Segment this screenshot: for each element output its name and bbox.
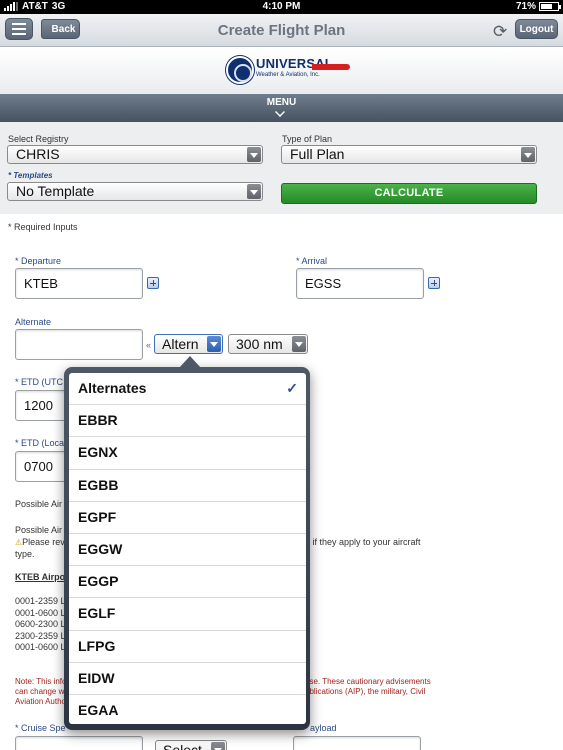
speed-unit-select[interactable]: Select (155, 740, 227, 750)
required-note: * Required Inputs (8, 222, 78, 232)
alternate-option[interactable]: LFPG (69, 631, 306, 663)
possible-airports-text: Possible Air (15, 499, 63, 509)
alternate-option[interactable]: EGBB (69, 470, 306, 502)
alternate-option[interactable]: Alternates ✓ (69, 373, 306, 406)
alternate-option-label: EGPF (78, 508, 117, 525)
registry-label: Select Registry (8, 134, 69, 144)
add-arrival-icon[interactable] (428, 277, 440, 289)
arrival-label: * Arrival (296, 256, 328, 266)
hours-line: 0001-0600 L (15, 607, 66, 618)
payload-label: ayload (310, 723, 337, 733)
alternate-option-label: Alternates (78, 380, 147, 396)
chevron-down-icon (275, 107, 285, 117)
battery-percent: 71% (515, 1, 536, 12)
chevron-down-icon (292, 336, 306, 352)
status-right: 71% (515, 1, 561, 12)
logout-button[interactable]: Logout (515, 19, 558, 39)
speed-unit-value: Select (163, 742, 202, 750)
logo-tagline: Weather & Aviation, Inc. (256, 72, 320, 78)
possible-airports-text-2: Possible Air (15, 525, 63, 535)
alternate-option[interactable]: EBBR (69, 405, 306, 438)
etd-local-label: * ETD (Loca (15, 438, 65, 448)
alternate-option-label: EGNX (78, 444, 118, 461)
plan-type-value: Full Plan (290, 146, 345, 162)
add-departure-icon[interactable] (147, 277, 159, 289)
templates-label: * Templates (8, 171, 53, 180)
etd-utc-label: * ETD (UTC (15, 377, 63, 387)
alternate-option-label: EGBB (78, 476, 119, 493)
status-time: 4:10 PM (262, 1, 301, 12)
battery-fill (541, 4, 552, 9)
alternate-select[interactable]: Altern (154, 334, 223, 354)
registry-select[interactable]: CHRIS (7, 145, 263, 164)
alternate-option-label: EGGW (78, 540, 123, 557)
departure-input[interactable]: KTEB (15, 268, 143, 299)
alternate-option[interactable]: EGNX (69, 437, 306, 470)
plan-type-label: Type of Plan (282, 134, 333, 144)
radius-select-value: 300 nm (236, 336, 283, 352)
popover-pointer (179, 356, 201, 368)
plan-type-select[interactable]: Full Plan (281, 145, 537, 164)
menu-bar[interactable]: MENU (0, 94, 563, 122)
cruise-speed-input[interactable] (15, 736, 143, 750)
nav-bar: Back Create Flight Plan ⟳ Logout (0, 14, 563, 47)
airport-hours: 0001-2359 L 0001-0600 L 0600-2300 L 2300… (15, 596, 66, 654)
alternate-label: Alternate (15, 317, 52, 327)
company-logo: UNIVERSAL Weather & Aviation, Inc. (222, 54, 352, 86)
cruise-speed-label: * Cruise Spe (15, 723, 66, 733)
chevron-down-icon (247, 147, 261, 162)
radius-select[interactable]: 300 nm (228, 334, 308, 354)
alternate-select-value: Altern (162, 336, 199, 352)
alternate-input[interactable] (15, 329, 143, 360)
alternate-option-label: EGAA (78, 701, 119, 718)
chevron-down-icon (247, 184, 261, 199)
alternate-option[interactable]: EGAA (69, 695, 306, 724)
alternates-list: Alternates ✓ EBBR EGNX EGBB EGPF EGGW EGGP EGLF L… (69, 373, 306, 724)
note-line-2-start: can change wi (15, 687, 67, 696)
logo-band: UNIVERSAL Weather & Aviation, Inc. (0, 48, 563, 94)
alternate-option-label: EGGP (78, 573, 119, 590)
alternate-option[interactable]: EGPF (69, 502, 306, 534)
alternate-option[interactable]: EGGW (69, 534, 306, 567)
alternate-option[interactable]: EGGP (69, 566, 306, 599)
review-line: ⚠Please rev (15, 537, 65, 549)
note-line-2-end: ublications (AIP), the military, Civil (305, 687, 426, 696)
airport-heading: KTEB Airpo (15, 572, 66, 582)
plane-swoosh-icon (312, 64, 350, 70)
note-line-3-start: Aviation Autho (15, 697, 67, 706)
battery-icon (539, 2, 561, 11)
chevron-down-icon (211, 742, 225, 750)
type-text: type. (15, 549, 35, 559)
menu-label: MENU (266, 97, 297, 108)
template-value: No Template (16, 183, 95, 199)
note-line-1-start: Note: This info (15, 677, 67, 686)
alternate-option[interactable]: EIDW (69, 663, 306, 695)
page-title: Create Flight Plan (217, 22, 346, 39)
template-select[interactable]: No Template (7, 182, 263, 201)
arrival-input[interactable]: EGSS (296, 268, 424, 299)
alternate-arrow: « (146, 340, 152, 350)
note-line-1-end: ase. These cautionary advisements (305, 677, 431, 686)
chevron-down-icon (521, 147, 535, 162)
checkmark-icon: ✓ (286, 380, 298, 396)
alternate-option[interactable]: EGLF (69, 598, 306, 631)
alternate-option-label: EBBR (78, 412, 118, 429)
hours-line: 0001-0600 L (15, 642, 66, 652)
payload-input[interactable] (293, 736, 421, 750)
registry-value: CHRIS (16, 146, 60, 162)
hours-line: 2300-2359 L (15, 630, 66, 641)
hours-line: 0001-2359 L (15, 596, 66, 606)
review-tail-text: d if they apply to your aircraft (305, 537, 421, 547)
alternate-option-label: EGLF (78, 605, 116, 622)
hours-line: 0600-2300 L (15, 619, 66, 629)
review-text: Please rev (22, 537, 65, 547)
alternate-option-label: LFPG (78, 637, 116, 654)
refresh-icon[interactable]: ⟳ (493, 22, 507, 42)
calculate-button[interactable]: CALCULATE (281, 183, 537, 204)
status-bar: AT&T 3G 4:10 PM 71% (0, 0, 563, 14)
globe-icon (226, 56, 254, 84)
departure-label: * Departure (15, 256, 62, 266)
alternate-option-label: EIDW (78, 669, 115, 686)
chevron-down-icon (207, 336, 221, 352)
